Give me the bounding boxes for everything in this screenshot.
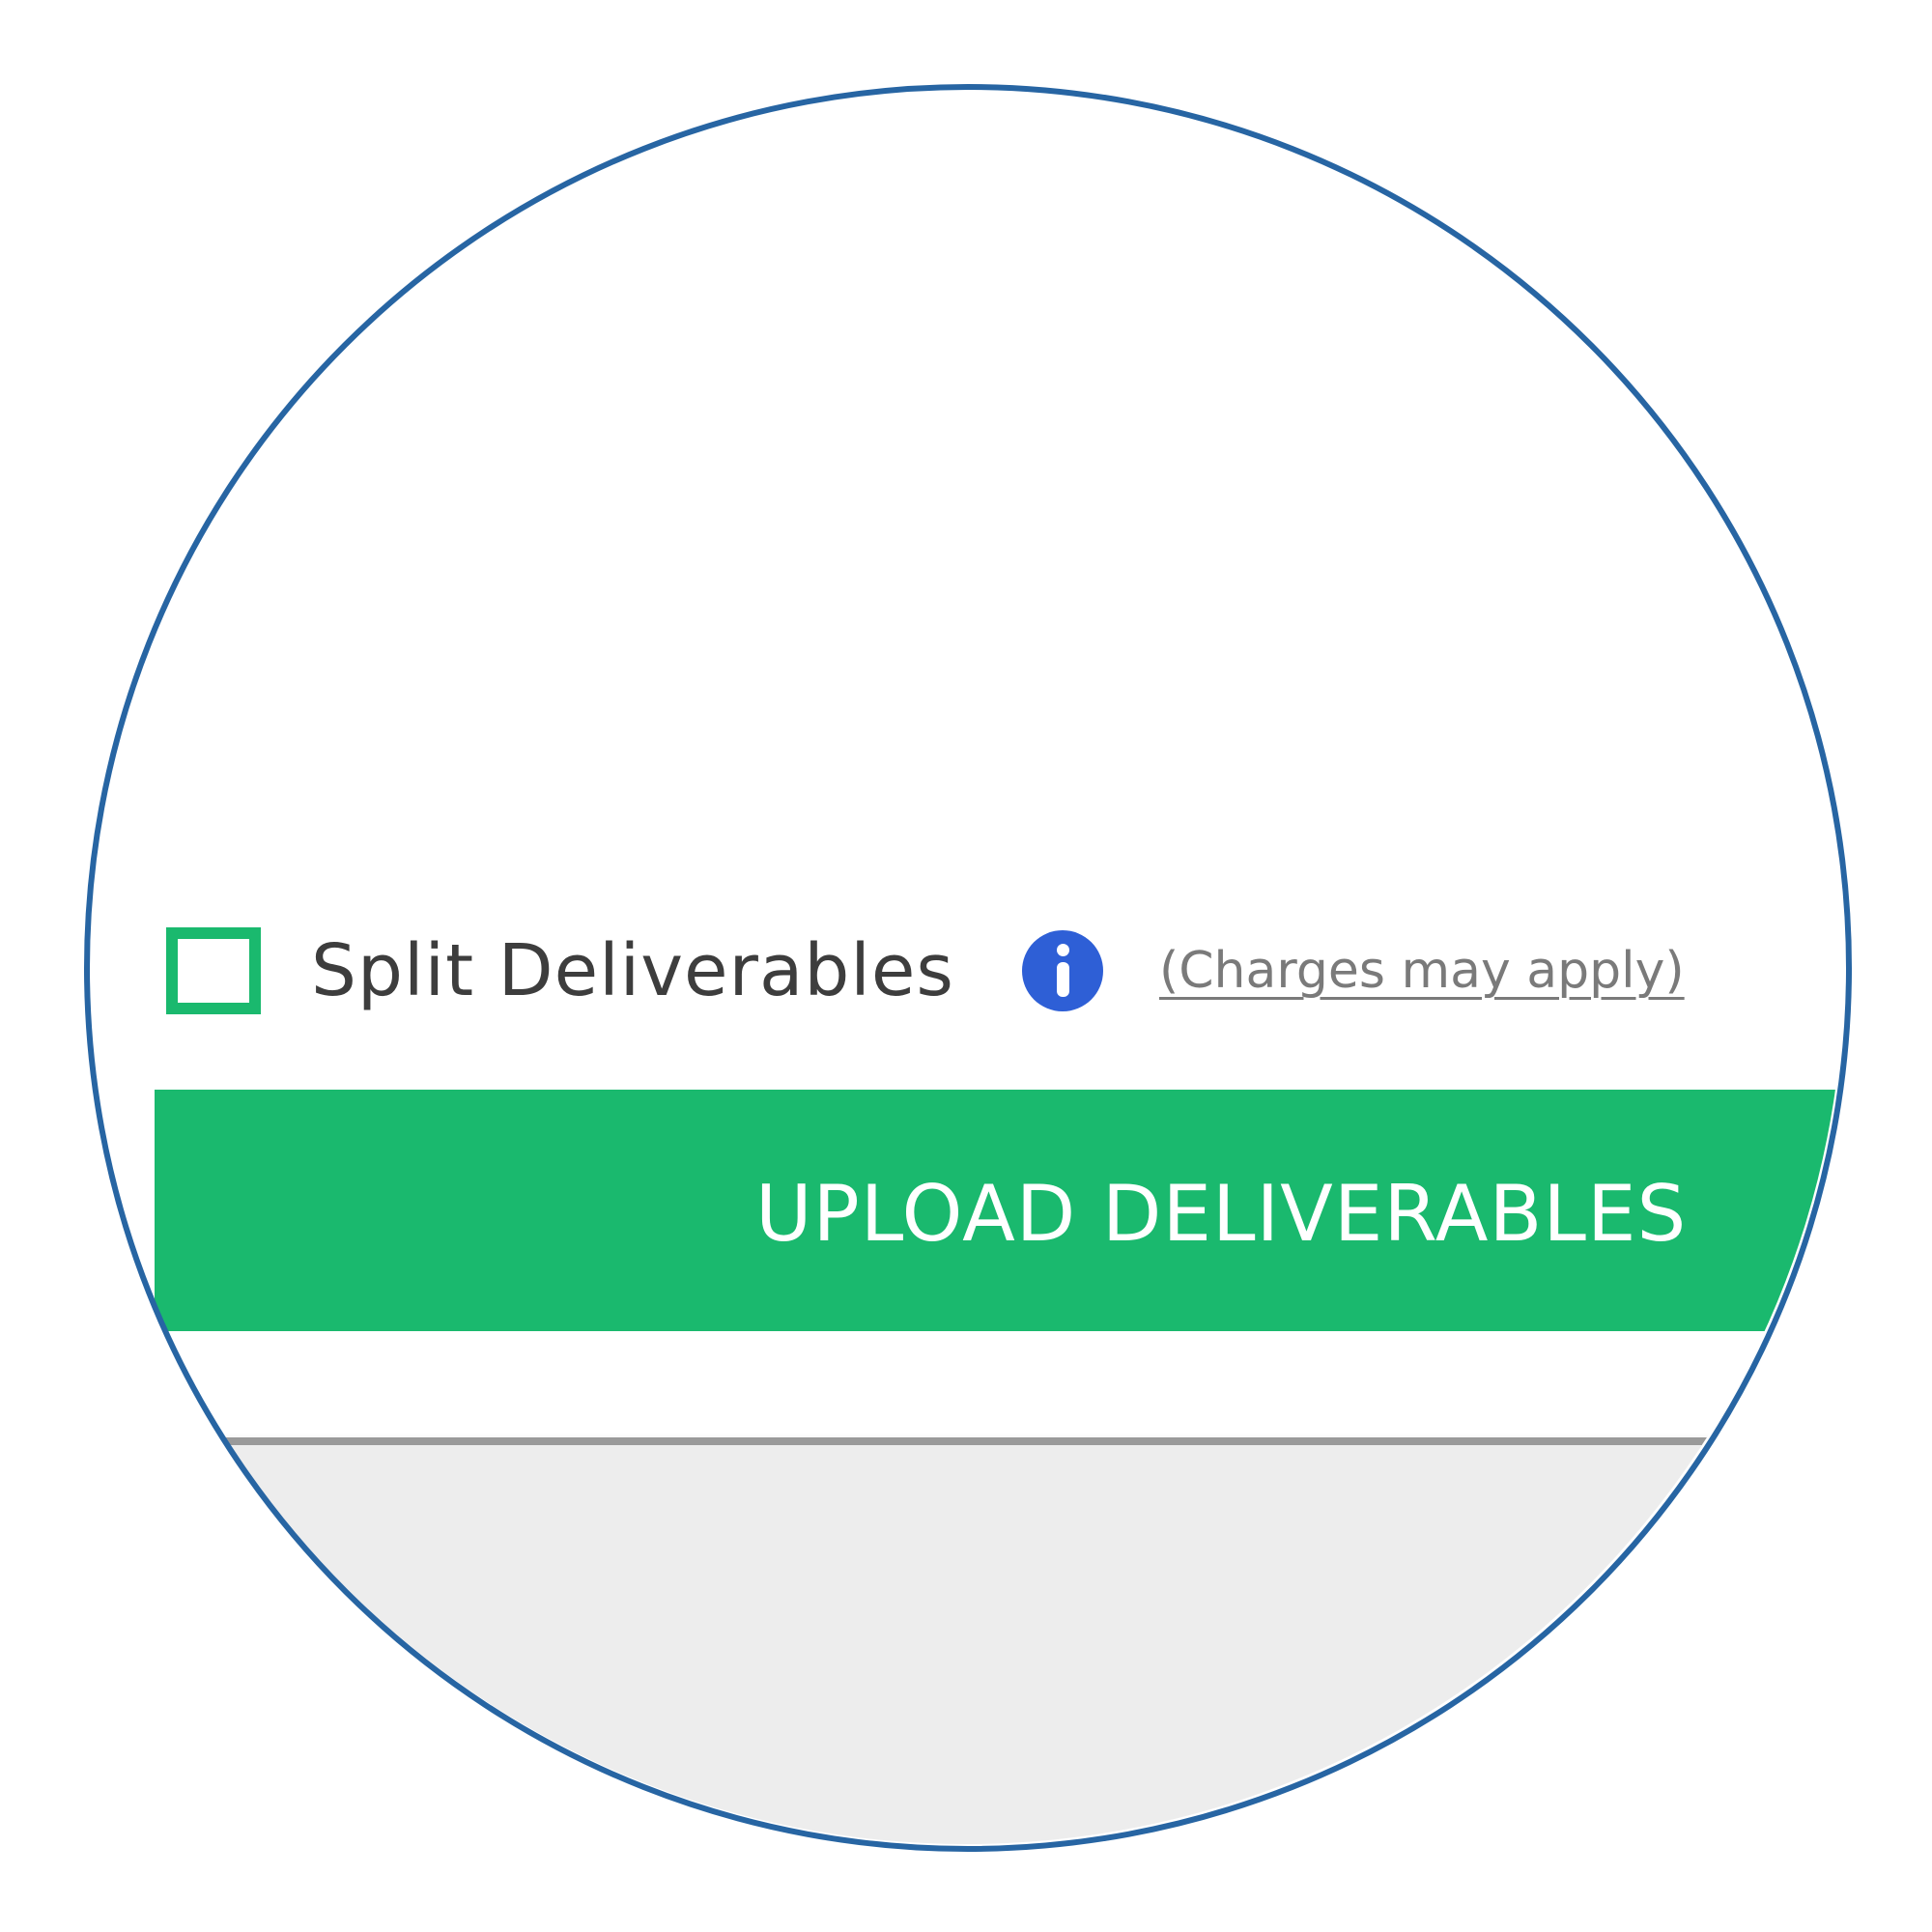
screenshot-stage: Split Deliverables (Charges may apply) U… [0, 0, 1932, 1932]
info-icon-dot [1056, 944, 1069, 956]
footer-divider [88, 1437, 1844, 1445]
magnifier-lens: Split Deliverables (Charges may apply) U… [88, 88, 1844, 1844]
charges-may-apply-link[interactable]: (Charges may apply) [1159, 942, 1685, 1000]
split-deliverables-checkbox[interactable] [166, 927, 261, 1014]
info-icon[interactable] [1021, 930, 1103, 1011]
info-icon-stem [1056, 962, 1069, 997]
zoomed-content: Split Deliverables (Charges may apply) U… [88, 88, 1844, 1844]
split-deliverables-label[interactable]: Split Deliverables [311, 929, 954, 1012]
upload-deliverables-button[interactable]: UPLOAD DELIVERABLES [155, 1090, 1844, 1331]
footer-area [88, 1445, 1844, 1844]
upload-deliverables-label: UPLOAD DELIVERABLES [755, 1169, 1688, 1259]
split-deliverables-row: Split Deliverables (Charges may apply) [166, 918, 1685, 1024]
